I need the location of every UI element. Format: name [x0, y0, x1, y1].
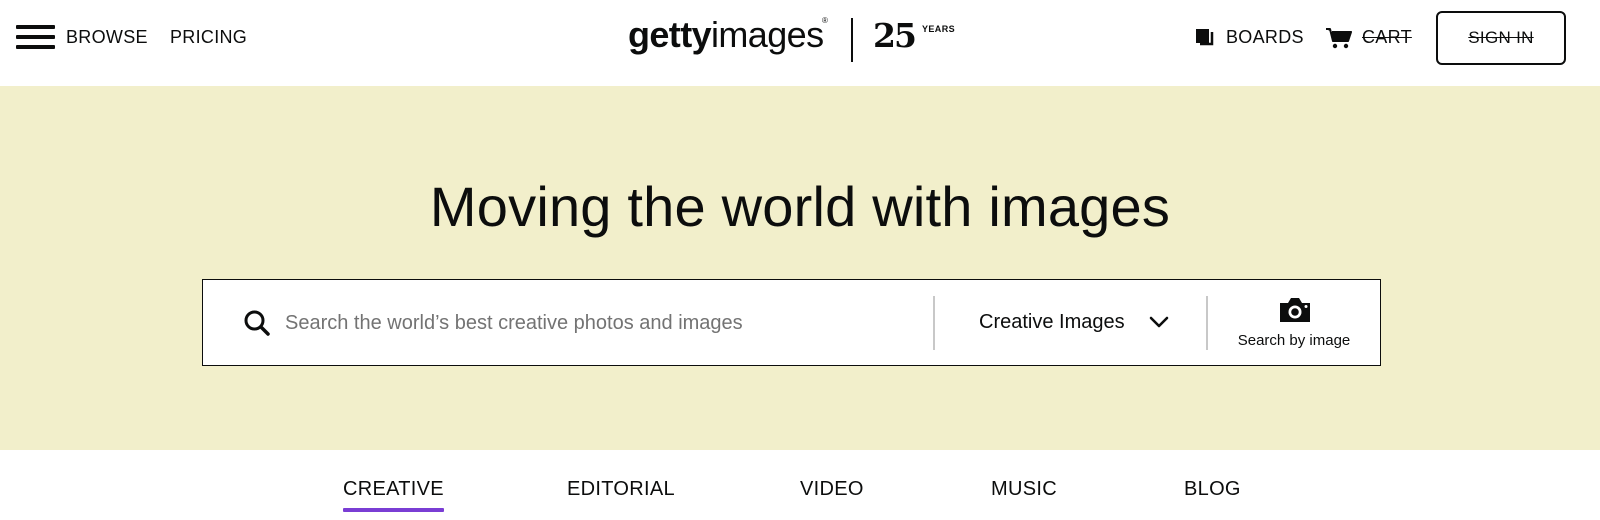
tab-music[interactable]: MUSIC: [991, 478, 1057, 501]
boards-icon[interactable]: [1196, 29, 1214, 47]
sign-in-button[interactable]: SIGN IN: [1436, 11, 1566, 65]
tab-creative[interactable]: CREATIVE: [343, 478, 444, 512]
logo-divider: [851, 18, 853, 62]
search-input[interactable]: [285, 302, 905, 344]
tab-label: VIDEO: [800, 478, 864, 500]
tab-label: EDITORIAL: [567, 478, 675, 500]
search-divider: [933, 296, 935, 350]
site-header: BROWSE PRICING gettyimages ® 25 YEARS BO…: [0, 0, 1600, 86]
tab-editorial[interactable]: EDITORIAL: [567, 478, 675, 501]
hamburger-menu-icon[interactable]: [16, 23, 55, 51]
tab-blog[interactable]: BLOG: [1184, 478, 1241, 501]
tab-video[interactable]: VIDEO: [800, 478, 864, 501]
tab-label: CREATIVE: [343, 478, 444, 500]
magnifier-icon[interactable]: [243, 309, 271, 337]
search-by-image-button[interactable]: Search by image: [1208, 280, 1380, 364]
tab-label: MUSIC: [991, 478, 1057, 500]
camera-icon: [1280, 298, 1310, 322]
active-tab-indicator: [343, 508, 444, 512]
search-by-image-label: Search by image: [1237, 332, 1351, 349]
hero-title: Moving the world with images: [429, 175, 1171, 238]
anniversary-years: YEARS: [922, 24, 956, 34]
boards-link[interactable]: BOARDS: [1226, 27, 1304, 48]
browse-link[interactable]: BROWSE: [66, 27, 148, 48]
cart-link[interactable]: CART: [1362, 27, 1412, 48]
hero-section: Moving the world with images Creative Im…: [0, 86, 1600, 450]
logo-registered-mark: ®: [822, 16, 828, 25]
chevron-down-icon: [1149, 316, 1169, 328]
search-bar: Creative Images Search by image: [202, 279, 1381, 366]
logo-getty: getty: [628, 14, 712, 55]
anniversary-number: 25: [873, 16, 917, 55]
logo-images: images: [711, 14, 824, 55]
cart-icon[interactable]: [1326, 27, 1352, 49]
image-type-dropdown[interactable]: Creative Images: [943, 280, 1205, 364]
tab-label: BLOG: [1184, 478, 1241, 500]
pricing-link[interactable]: PRICING: [170, 27, 247, 48]
image-type-selected: Creative Images: [979, 311, 1125, 333]
content-tabs: CREATIVE EDITORIAL VIDEO MUSIC BLOG: [0, 450, 1600, 520]
